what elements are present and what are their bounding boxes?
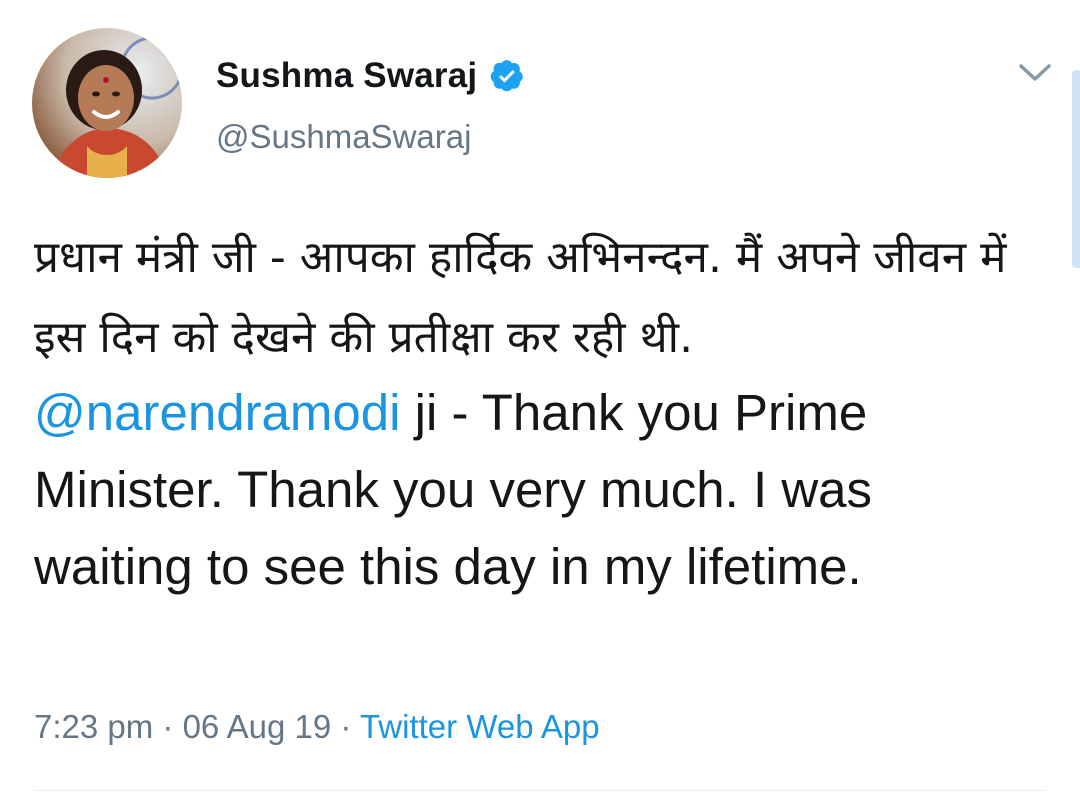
author-handle[interactable]: @SushmaSwaraj (216, 118, 525, 156)
tweet-text: प्रधान मंत्री जी - आपका हार्दिक अभिनन्दन… (34, 218, 1044, 605)
display-name-row: Sushma Swaraj (216, 52, 525, 100)
profile-photo (32, 28, 182, 178)
tweet-time[interactable]: 7:23 pm (34, 708, 153, 745)
meta-separator: · (153, 708, 183, 745)
scroll-indicator (1072, 70, 1080, 268)
mention-link[interactable]: @narendramodi (34, 384, 400, 441)
tweet-meta: 7:23 pm · 06 Aug 19 · Twitter Web App (34, 708, 600, 746)
tweet-source-link[interactable]: Twitter Web App (360, 708, 600, 745)
tweet-date[interactable]: 06 Aug 19 (183, 708, 332, 745)
tweet-header: Sushma Swaraj @SushmaSwaraj (32, 28, 1062, 188)
tweet: Sushma Swaraj @SushmaSwaraj प्रधान मंत्र… (0, 0, 1080, 806)
tweet-text-hindi: प्रधान मंत्री जी - आपका हार्दिक अभिनन्दन… (34, 232, 1007, 363)
tweet-text-english: @narendramodi ji - Thank you Prime Minis… (34, 374, 1044, 605)
meta-separator: · (331, 708, 360, 745)
verified-badge-icon (491, 60, 524, 92)
divider (34, 790, 1046, 791)
author-display-name[interactable]: Sushma Swaraj (216, 56, 477, 96)
author-names: Sushma Swaraj @SushmaSwaraj (216, 52, 525, 156)
avatar[interactable] (32, 28, 182, 178)
chevron-down-icon[interactable] (1018, 62, 1052, 84)
